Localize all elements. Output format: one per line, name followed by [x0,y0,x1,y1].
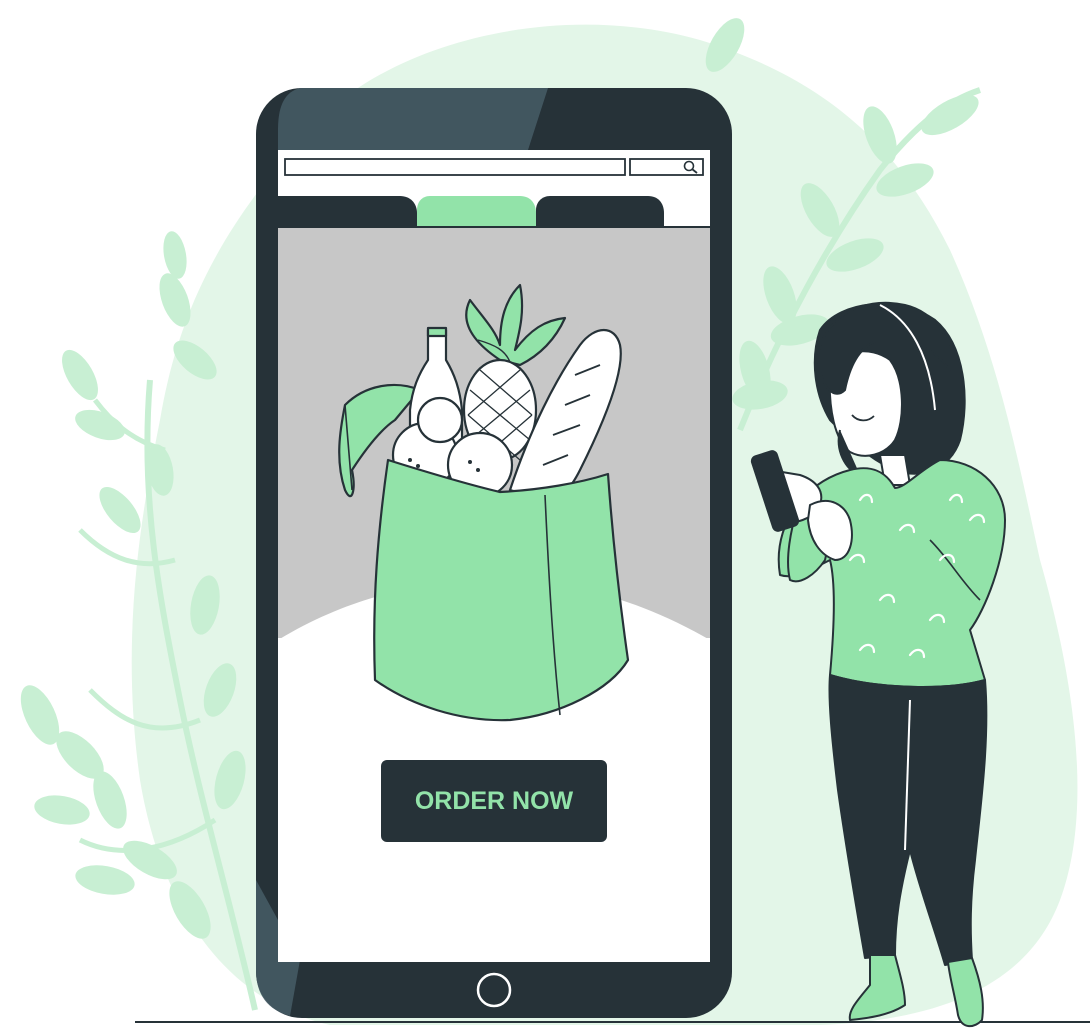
order-now-button[interactable]: ORDER NOW [381,760,607,842]
order-now-label: ORDER NOW [415,787,574,815]
illustration-canvas: ORDER NOW [20,18,1090,1028]
tab-active[interactable] [417,196,536,227]
search-button[interactable] [629,158,704,176]
tab-left[interactable] [278,196,417,227]
phone-device: ORDER NOW [256,88,732,1018]
search-input[interactable] [284,158,626,176]
tab-right[interactable] [536,196,664,227]
